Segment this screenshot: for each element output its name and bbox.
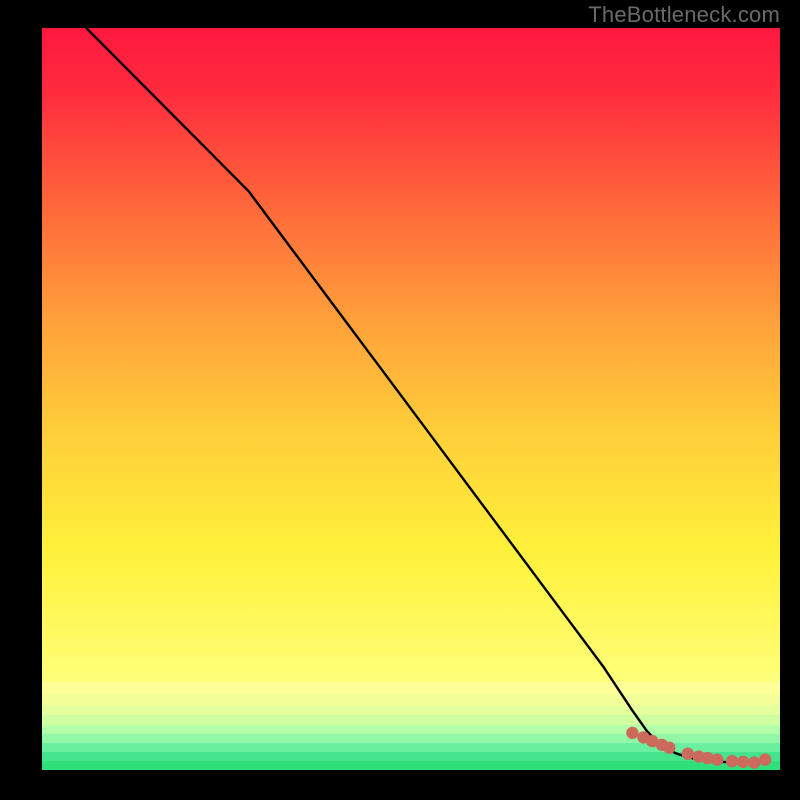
marker-point [711, 753, 723, 765]
plot-area [42, 28, 780, 770]
band-3 [42, 705, 780, 715]
watermark-text: TheBottleneck.com [588, 2, 780, 28]
band-9 [42, 761, 780, 770]
marker-point [663, 742, 675, 754]
marker-point [737, 756, 749, 768]
marker-point [726, 755, 738, 767]
marker-point [682, 748, 694, 760]
marker-point [759, 753, 771, 765]
band-5 [42, 725, 780, 734]
marker-point [626, 727, 638, 739]
marker-point [748, 756, 760, 768]
chart-frame: TheBottleneck.com [0, 0, 800, 800]
band-4 [42, 715, 780, 725]
band-1 [42, 682, 780, 694]
gradient-main [42, 28, 780, 682]
plot-svg [42, 28, 780, 770]
band-2 [42, 694, 780, 705]
